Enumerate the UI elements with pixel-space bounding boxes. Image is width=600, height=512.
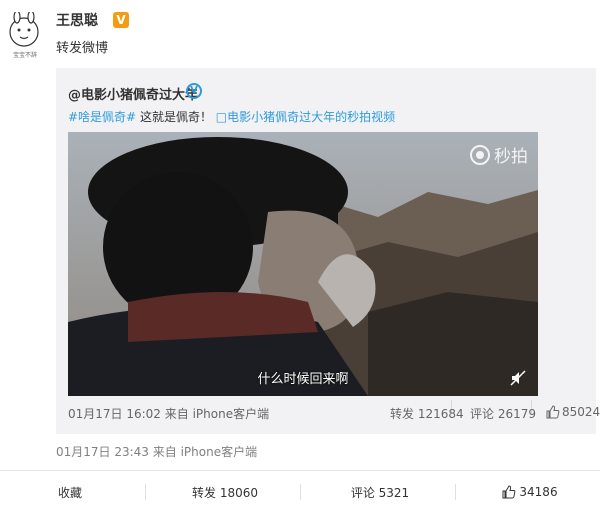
avatar-caption: 宝宝不辞: [12, 52, 37, 59]
post-text: 转发微博: [56, 41, 109, 56]
original-comment-button[interactable]: 评论 26179: [470, 405, 536, 422]
verified-badge-icon: V: [113, 12, 129, 28]
comment-label: 评论 5321: [350, 485, 410, 500]
post-meta: 01月17日 23:43 来自 iPhone客户端: [56, 445, 258, 459]
divider: [455, 484, 456, 500]
original-repost-button[interactable]: 转发 121684: [390, 405, 464, 422]
original-like-count: 85024: [562, 405, 600, 419]
action-bar: 收藏 转发 18060 评论 5321 34186: [0, 470, 600, 512]
video-watermark: 秒拍: [470, 142, 528, 167]
comment-button[interactable]: 评论 5321: [305, 471, 455, 512]
reposted-content: @电影小猪佩奇过大年 V #啥是佩奇# 这就是佩奇！ □电影小猪佩奇过大年的秒拍…: [56, 68, 600, 434]
favorite-button[interactable]: 收藏: [0, 471, 140, 512]
original-like-button[interactable]: 85024: [546, 405, 600, 419]
repost-button[interactable]: 转发 18060: [150, 471, 300, 512]
username[interactable]: 王思聪: [56, 10, 98, 30]
watermark-label: 秒拍: [494, 147, 528, 167]
mute-icon[interactable]: [510, 370, 526, 386]
video-frame: [68, 132, 538, 396]
favorite-label: 收藏: [57, 485, 82, 500]
divider: [300, 484, 301, 500]
original-meta: 01月17日 16:02 来自 iPhone客户端: [68, 407, 270, 421]
video-player[interactable]: 秒拍 什么时候回来啊: [68, 132, 538, 396]
original-author[interactable]: @电影小猪佩奇过大年: [68, 84, 198, 103]
like-count: 34186: [519, 485, 558, 499]
original-text-body: 这就是佩奇！: [136, 110, 212, 124]
thumbs-up-icon: [546, 405, 560, 419]
repost-label: 转发 18060: [192, 485, 258, 500]
video-link-label: 电影小猪佩奇过大年的秒拍视频: [227, 110, 396, 124]
video-subtitle: 什么时候回来啊: [257, 372, 349, 387]
miaopai-icon: [470, 144, 490, 165]
video-link[interactable]: □电影小猪佩奇过大年的秒拍视频: [216, 110, 395, 124]
original-text: #啥是佩奇# 这就是佩奇！ □电影小猪佩奇过大年的秒拍视频: [68, 108, 395, 125]
divider: [145, 484, 146, 500]
hashtag-link[interactable]: #啥是佩奇#: [68, 110, 136, 124]
like-button[interactable]: 34186: [460, 471, 600, 512]
link-icon: □: [215, 110, 228, 124]
blue-verified-icon: V: [186, 83, 202, 99]
thumbs-up-icon: [502, 485, 516, 499]
